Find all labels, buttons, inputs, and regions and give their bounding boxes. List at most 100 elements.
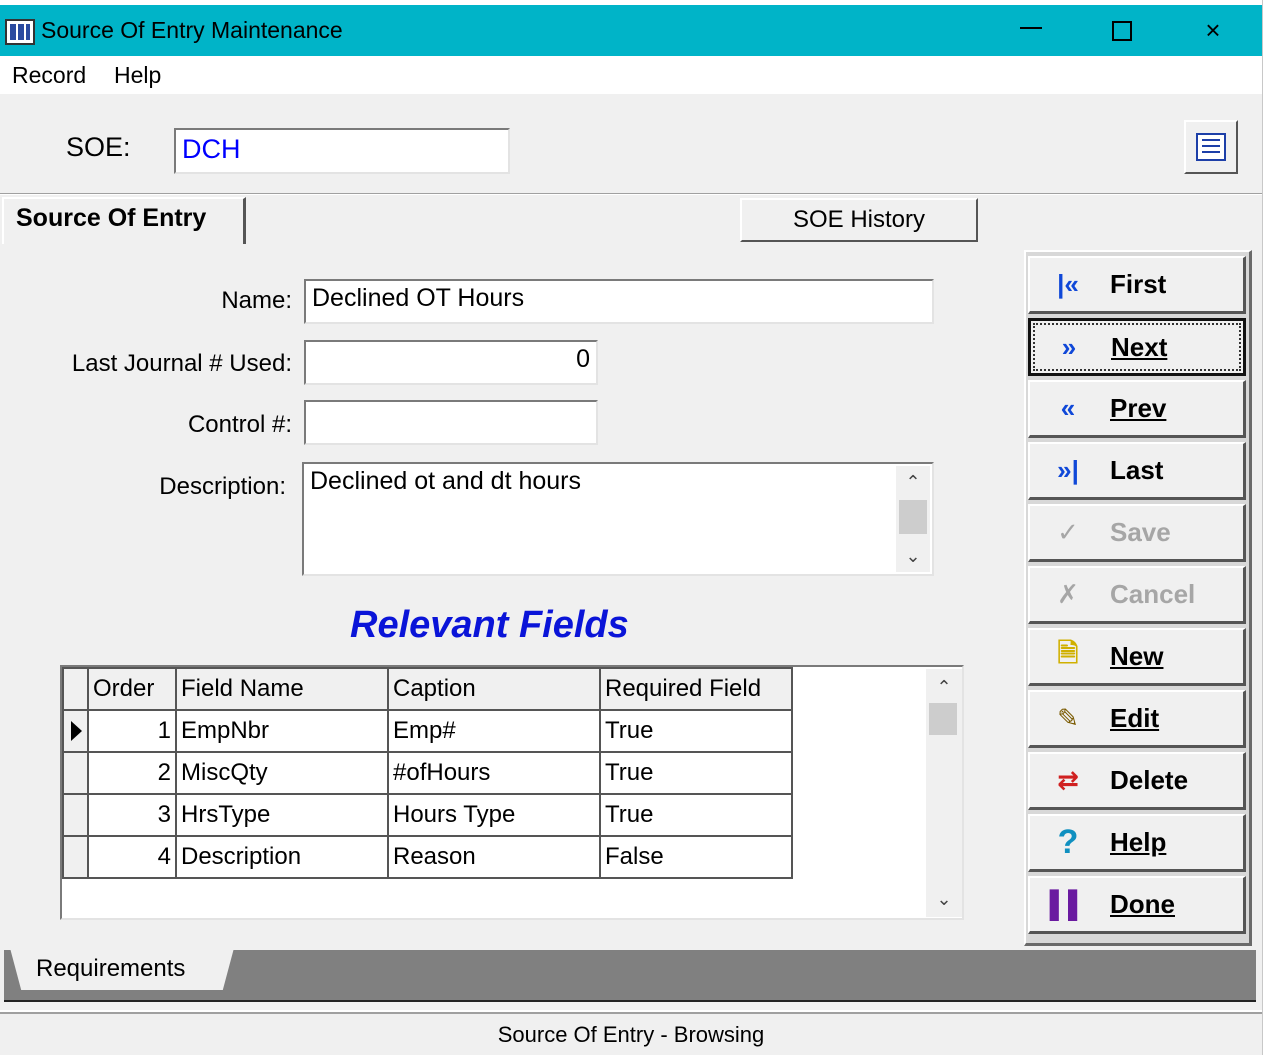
soe-input[interactable]: DCH <box>174 128 510 174</box>
row-indicator[interactable] <box>62 793 89 837</box>
save-button[interactable]: ✓ Save <box>1028 504 1246 562</box>
table-row[interactable]: 4 Description Reason False <box>62 835 793 879</box>
row-indicator[interactable] <box>62 835 89 879</box>
minimize-icon <box>1020 26 1042 29</box>
last-journal-field[interactable]: 0 <box>304 340 598 385</box>
grid-scrollbar[interactable]: ⌃ ⌄ <box>926 669 962 917</box>
relevant-fields-title: Relevant Fields <box>350 604 629 646</box>
name-field[interactable]: Declined OT Hours <box>304 279 934 324</box>
cell-caption[interactable]: Hours Type <box>387 793 601 837</box>
first-icon: |« <box>1057 269 1079 299</box>
cell-field-name[interactable]: EmpNbr <box>175 709 389 753</box>
cell-required[interactable]: False <box>599 835 793 879</box>
cancel-button[interactable]: ✗ Cancel <box>1028 566 1246 624</box>
cell-order[interactable]: 4 <box>87 835 177 879</box>
control-field[interactable] <box>304 400 598 445</box>
new-button[interactable]: 🗎 New <box>1028 628 1246 686</box>
scroll-up-icon[interactable]: ⌃ <box>926 673 962 701</box>
cell-required[interactable]: True <box>599 793 793 837</box>
column-header-order[interactable]: Order <box>87 667 177 711</box>
status-text: Source Of Entry - Browsing <box>497 1022 765 1047</box>
new-label: New <box>1110 641 1164 671</box>
cell-field-name[interactable]: MiscQty <box>175 751 389 795</box>
done-button[interactable]: ▌▌ Done <box>1028 876 1246 934</box>
column-header-field-name[interactable]: Field Name <box>175 667 389 711</box>
edit-icon: ✎ <box>1057 703 1079 733</box>
prev-label: Prev <box>1110 393 1167 423</box>
maximize-icon <box>1112 20 1132 41</box>
description-scrollbar[interactable]: ⌃ ⌄ <box>896 466 930 572</box>
last-label: Last <box>1110 455 1164 485</box>
cell-required[interactable]: True <box>599 709 793 753</box>
close-icon: × <box>1205 15 1221 45</box>
row-indicator-header <box>62 667 89 711</box>
cell-order[interactable]: 3 <box>87 793 177 837</box>
table-row[interactable]: 1 EmpNbr Emp# True <box>62 709 793 753</box>
done-label: Done <box>1110 889 1175 919</box>
help-icon: ? <box>1057 823 1079 861</box>
menu-bar <box>0 56 1262 94</box>
description-field[interactable]: Declined ot and dt hours <box>302 462 934 576</box>
last-icon: »| <box>1057 455 1079 485</box>
minimize-button[interactable] <box>986 5 1076 56</box>
maximize-button[interactable] <box>1077 5 1167 56</box>
first-button[interactable]: |« First <box>1028 256 1246 314</box>
next-button[interactable]: » Next <box>1028 318 1246 376</box>
name-label: Name: <box>221 287 292 314</box>
cell-field-name[interactable]: Description <box>175 835 389 879</box>
scroll-up-icon[interactable]: ⌃ <box>896 468 930 496</box>
last-button[interactable]: »| Last <box>1028 442 1246 500</box>
edit-button[interactable]: ✎ Edit <box>1028 690 1246 748</box>
delete-button[interactable]: ⇄ Delete <box>1028 752 1246 810</box>
row-indicator[interactable] <box>62 751 89 795</box>
current-row-icon <box>71 721 82 741</box>
next-icon: » <box>1061 331 1077 362</box>
scroll-down-icon[interactable]: ⌄ <box>896 542 930 570</box>
scroll-thumb[interactable] <box>899 500 927 534</box>
tab-requirements[interactable]: Requirements <box>10 948 234 990</box>
cell-order[interactable]: 2 <box>87 751 177 795</box>
help-button[interactable]: ? Help <box>1028 814 1246 872</box>
app-icon <box>5 19 35 45</box>
save-icon: ✓ <box>1057 517 1079 547</box>
window-title: Source Of Entry Maintenance <box>41 17 343 43</box>
scroll-thumb[interactable] <box>929 703 957 735</box>
first-label: First <box>1110 269 1167 299</box>
last-journal-label: Last Journal # Used: <box>71 350 292 377</box>
table-row[interactable]: 2 MiscQty #ofHours True <box>62 751 793 795</box>
tab-soe-history[interactable]: SOE History <box>740 198 978 242</box>
delete-label: Delete <box>1110 765 1189 795</box>
window-edge <box>1262 0 1268 1055</box>
cell-field-name[interactable]: HrsType <box>175 793 389 837</box>
done-icon: ▌▌ <box>1049 889 1087 919</box>
cell-caption[interactable]: #ofHours <box>387 751 601 795</box>
column-header-caption[interactable]: Caption <box>387 667 601 711</box>
prev-icon: « <box>1060 393 1076 423</box>
cancel-icon: ✗ <box>1057 579 1079 609</box>
delete-icon: ⇄ <box>1057 765 1079 795</box>
cell-caption[interactable]: Reason <box>387 835 601 879</box>
description-label: Description: <box>159 473 286 500</box>
divider <box>0 193 1262 195</box>
menu-help[interactable]: Help <box>114 62 161 89</box>
menu-record[interactable]: Record <box>12 62 86 89</box>
scroll-down-icon[interactable]: ⌄ <box>926 885 962 913</box>
soe-label: SOE: <box>66 132 131 162</box>
control-label: Control #: <box>187 411 292 438</box>
edit-label: Edit <box>1110 703 1160 733</box>
cell-caption[interactable]: Emp# <box>387 709 601 753</box>
close-button[interactable]: × <box>1168 5 1258 56</box>
tab-source-of-entry[interactable]: Source Of Entry <box>2 197 246 244</box>
help-label: Help <box>1110 827 1167 857</box>
next-label: Next <box>1111 331 1168 362</box>
lookup-list-button[interactable] <box>1184 120 1238 174</box>
relevant-fields-grid: Order Field Name Caption Required Field … <box>60 665 964 920</box>
cell-order[interactable]: 1 <box>87 709 177 753</box>
column-header-required-field[interactable]: Required Field <box>599 667 793 711</box>
row-indicator[interactable] <box>62 709 89 753</box>
table-row[interactable]: 3 HrsType Hours Type True <box>62 793 793 837</box>
save-label: Save <box>1110 517 1171 547</box>
list-icon <box>1196 133 1226 161</box>
cell-required[interactable]: True <box>599 751 793 795</box>
prev-button[interactable]: « Prev <box>1028 380 1246 438</box>
